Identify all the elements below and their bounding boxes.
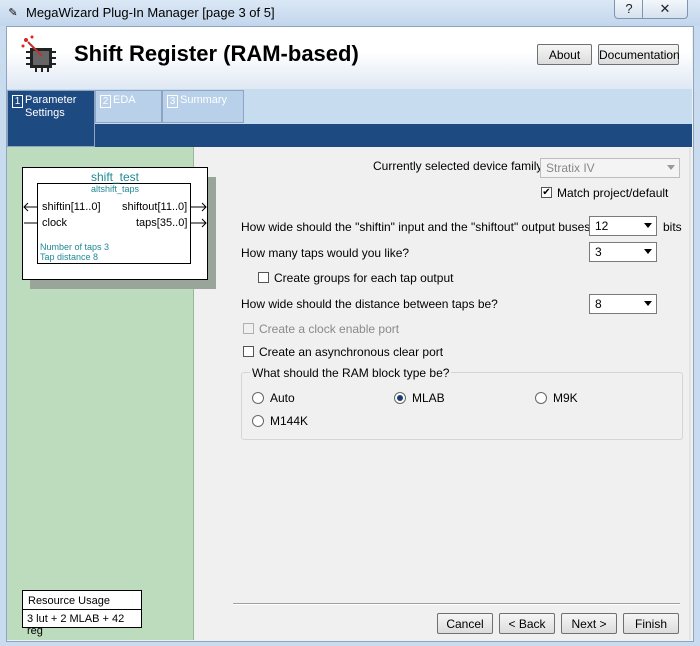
tab-label: Summary xyxy=(180,94,228,106)
tab-parameter-settings[interactable]: 1 Parameter Settings xyxy=(7,90,95,147)
tab-label: Parameter xyxy=(25,94,77,106)
tab-label: EDA xyxy=(113,94,136,106)
chevron-down-icon xyxy=(667,165,675,170)
chevron-down-icon xyxy=(644,249,652,254)
tap-distance-label: How wide should the distance between tap… xyxy=(241,297,498,311)
cancel-button[interactable]: Cancel xyxy=(437,613,493,634)
ram-mlab-label: MLAB xyxy=(412,391,445,405)
tab-number: 2 xyxy=(100,95,111,108)
port-taps: taps[35..0] xyxy=(136,217,188,229)
symbol-module-name: altshift_taps xyxy=(90,184,140,194)
bus-width-value: 12 xyxy=(595,219,609,233)
tab-number: 3 xyxy=(167,95,178,108)
bus-width-label: How wide should the "shiftin" input and … xyxy=(241,220,614,234)
aclr-checkbox[interactable] xyxy=(243,346,254,357)
match-project-checkbox[interactable]: ✔ xyxy=(541,187,552,198)
tap-distance-select[interactable]: 8 xyxy=(589,294,657,314)
ram-m9k-label: M9K xyxy=(553,391,578,405)
edge-strip xyxy=(689,148,691,640)
chevron-down-icon xyxy=(644,223,652,228)
clock-enable-label: Create a clock enable port xyxy=(259,322,400,336)
ram-m144k-label: M144K xyxy=(270,414,309,428)
bus-width-unit: bits xyxy=(663,220,682,234)
symbol-info-distance: Tap distance 8 xyxy=(40,252,99,262)
ram-type-group xyxy=(241,372,683,440)
port-clock: clock xyxy=(42,217,68,229)
aclr-label: Create an asynchronous clear port xyxy=(259,345,444,359)
taps-count-select[interactable]: 3 xyxy=(589,242,657,262)
symbol-info-taps: Number of taps 3 xyxy=(40,242,110,252)
ram-m9k-radio[interactable] xyxy=(535,392,547,404)
megawizard-logo-icon xyxy=(20,34,64,76)
documentation-button[interactable]: Documentation xyxy=(598,44,680,65)
device-family-select: Stratix IV xyxy=(540,158,680,178)
page-title: Shift Register (RAM-based) xyxy=(74,41,359,66)
bus-width-select[interactable]: 12 xyxy=(589,216,657,236)
port-shiftout: shiftout[11..0] xyxy=(122,201,188,213)
resource-usage-value: 3 lut + 2 MLAB + 42 reg xyxy=(27,613,125,637)
taps-count-value: 3 xyxy=(595,245,602,259)
tap-groups-label: Create groups for each tap output xyxy=(274,271,454,285)
ram-mlab-radio[interactable] xyxy=(394,392,406,404)
tab-label-line2: Settings xyxy=(25,107,65,119)
ram-auto-radio[interactable] xyxy=(252,392,264,404)
back-button[interactable]: < Back xyxy=(499,613,555,634)
resource-usage-title: Resource Usage xyxy=(23,591,141,610)
tab-eda[interactable]: 2 EDA xyxy=(95,90,162,123)
about-button[interactable]: About xyxy=(537,44,592,65)
chevron-down-icon xyxy=(644,301,652,306)
window-title: MegaWizard Plug-In Manager [page 3 of 5] xyxy=(26,5,275,20)
tap-groups-checkbox[interactable] xyxy=(258,272,269,283)
ram-type-label: What should the RAM block type be? xyxy=(250,366,452,380)
resource-usage-box: Resource Usage 3 lut + 2 MLAB + 42 reg xyxy=(22,590,142,637)
ram-m144k-radio[interactable] xyxy=(252,415,264,427)
device-family-label: Currently selected device family: xyxy=(373,159,546,173)
ram-auto-label: Auto xyxy=(270,391,295,405)
wand-icon: ✎ xyxy=(8,7,18,19)
help-button[interactable]: ? xyxy=(614,0,644,19)
taps-count-label: How many taps would you like? xyxy=(241,246,410,260)
next-button[interactable]: Next > xyxy=(561,613,617,634)
device-family-value: Stratix IV xyxy=(546,161,595,175)
close-button[interactable]: ✕ xyxy=(642,0,688,19)
tap-distance-value: 8 xyxy=(595,297,602,311)
port-shiftin: shiftin[11..0] xyxy=(42,201,101,213)
clock-enable-checkbox xyxy=(243,323,254,334)
footer-separator xyxy=(233,603,680,605)
finish-button[interactable]: Finish xyxy=(623,613,679,634)
match-project-label: Match project/default xyxy=(557,186,669,200)
tab-band xyxy=(7,124,692,147)
symbol-instance-name: shift_test xyxy=(90,170,140,184)
tab-number: 1 xyxy=(12,95,23,108)
tab-summary[interactable]: 3 Summary xyxy=(162,90,244,123)
